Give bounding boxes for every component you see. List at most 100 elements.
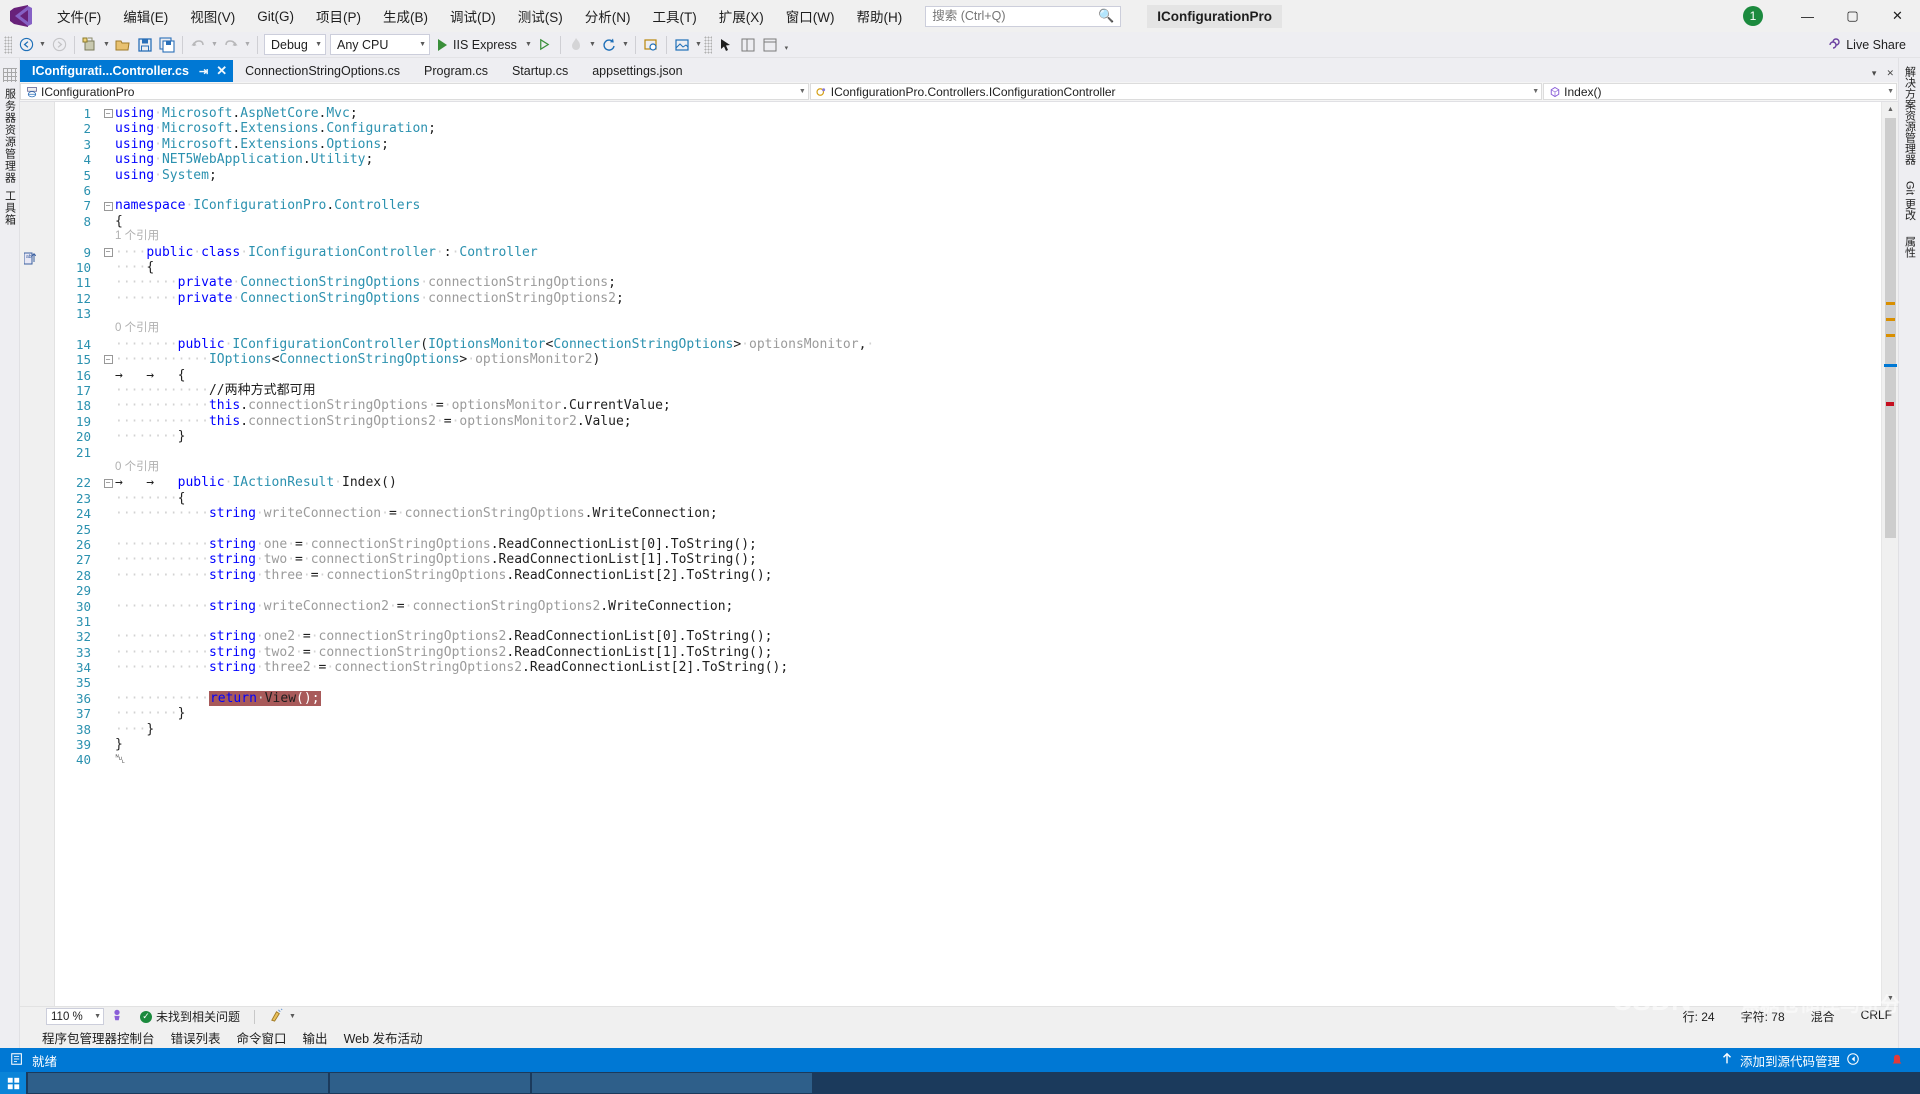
menu-item-5[interactable]: 生成(B)	[372, 2, 439, 30]
tool-window-tab-3[interactable]: 输出	[303, 1028, 328, 1047]
code-line-row[interactable]: 10····{	[55, 260, 1881, 275]
search-input[interactable]	[930, 8, 1116, 24]
vertical-scrollbar[interactable]: ▲ ▼	[1881, 102, 1898, 1006]
document-tab-0[interactable]: IConfigurati...Controller.cs⇥✕	[20, 60, 233, 82]
select-element-icon[interactable]	[640, 34, 662, 56]
code-text-area[interactable]: 1−using·Microsoft.AspNetCore.Mvc;2using·…	[55, 102, 1881, 1006]
code-line-row[interactable]: 16→ → {	[55, 368, 1881, 383]
code-line-row[interactable]: 40␀	[55, 752, 1881, 767]
fold-toggle-icon[interactable]: −	[101, 479, 115, 488]
start-debugging-dropdown-icon[interactable]: ▼	[523, 34, 534, 56]
document-tab-1[interactable]: ConnectionStringOptions.cs	[233, 60, 412, 82]
redo-dropdown-icon[interactable]: ▼	[242, 34, 253, 56]
hot-reload-icon[interactable]	[565, 34, 587, 56]
code-line-row[interactable]: 38····}	[55, 722, 1881, 737]
tool-window-tab-2[interactable]: 命令窗口	[237, 1028, 287, 1047]
zoom-level-combo[interactable]: 110 % ▼	[46, 1008, 104, 1025]
code-line-row[interactable]: 24············string·writeConnection·=·c…	[55, 506, 1881, 521]
more-toolbar-options-icon[interactable]: ▾	[781, 37, 792, 59]
panel-layout-icon[interactable]	[737, 34, 759, 56]
status-notification-icon[interactable]	[1874, 1048, 1920, 1072]
code-lens-row[interactable]: 1 个引用	[55, 229, 1881, 244]
tab-close-group-icon[interactable]: ✕	[1886, 68, 1894, 79]
new-project-icon[interactable]	[79, 34, 101, 56]
navigate-forward-icon[interactable]	[48, 34, 70, 56]
code-line-row[interactable]: 27············string·two·=·connectionStr…	[55, 552, 1881, 567]
menu-item-6[interactable]: 调试(D)	[439, 2, 507, 30]
menu-item-4[interactable]: 项目(P)	[305, 2, 372, 30]
left-rail-label-toolbox[interactable]: 工具箱	[2, 190, 18, 226]
code-line-row[interactable]: 19············this.connectionStringOptio…	[55, 414, 1881, 429]
code-line-row[interactable]: 26············string·one·=·connectionStr…	[55, 537, 1881, 552]
fold-toggle-icon[interactable]: −	[101, 109, 115, 118]
select-repository-icon[interactable]	[1846, 1052, 1860, 1069]
code-cleanup-icon[interactable]	[269, 1008, 284, 1026]
code-line-row[interactable]: 35	[55, 675, 1881, 690]
live-share-button[interactable]: Live Share	[1825, 37, 1906, 53]
navigate-backward-icon[interactable]	[15, 34, 37, 56]
code-line-row[interactable]: 23········{	[55, 491, 1881, 506]
code-line-row[interactable]: 9−····public·class·IConfigurationControl…	[55, 245, 1881, 260]
intellicode-icon[interactable]	[110, 1008, 124, 1025]
navbar-type-dropdown[interactable]: IConfigurationPro.Controllers.IConfigura…	[810, 83, 1542, 100]
save-all-icon[interactable]	[156, 34, 178, 56]
live-preview-icon[interactable]	[671, 34, 693, 56]
restart-icon[interactable]	[598, 34, 620, 56]
notification-badge[interactable]: 1	[1743, 6, 1763, 26]
restart-dropdown-icon[interactable]: ▼	[620, 34, 631, 56]
start-button-icon[interactable]	[0, 1072, 26, 1094]
live-preview-dropdown-icon[interactable]: ▼	[693, 34, 704, 56]
menu-item-11[interactable]: 窗口(W)	[775, 2, 846, 30]
code-line-row[interactable]: 6	[55, 183, 1881, 198]
document-tab-4[interactable]: appsettings.json	[580, 60, 694, 82]
code-line-row[interactable]: 4using·NET5WebApplication.Utility;	[55, 152, 1881, 167]
code-line-row[interactable]: 17············//两种方式都可用	[55, 383, 1881, 398]
menu-item-8[interactable]: 分析(N)	[574, 2, 642, 30]
solution-configuration-combo[interactable]: Debug ▼	[264, 34, 326, 55]
start-debugging-button[interactable]: IIS Express	[432, 34, 523, 56]
code-line-row[interactable]: 22−→ → public·IActionResult·Index()	[55, 475, 1881, 490]
document-tab-3[interactable]: Startup.cs	[500, 60, 580, 82]
right-rail-label-solution-explorer[interactable]: 解决方案资源管理器	[1902, 66, 1918, 165]
code-line-row[interactable]: 3using·Microsoft.Extensions.Options;	[55, 137, 1881, 152]
toolbar-grip[interactable]	[4, 36, 12, 54]
code-line-row[interactable]: 11········private·ConnectionStringOption…	[55, 275, 1881, 290]
hot-reload-dropdown-icon[interactable]: ▼	[587, 34, 598, 56]
right-rail-label-git-changes[interactable]: Git 更改	[1902, 181, 1918, 220]
code-line-row[interactable]: 39}	[55, 737, 1881, 752]
undo-icon[interactable]	[187, 34, 209, 56]
minimize-button[interactable]: —	[1785, 0, 1830, 32]
scroll-down-icon[interactable]: ▼	[1882, 991, 1899, 1006]
code-line-row[interactable]: 34············string·three2·=·connection…	[55, 660, 1881, 675]
redo-icon[interactable]	[220, 34, 242, 56]
code-line-row[interactable]: 25	[55, 522, 1881, 537]
code-line-row[interactable]: 12········private·ConnectionStringOption…	[55, 291, 1881, 306]
taskbar-item-2[interactable]	[330, 1073, 530, 1093]
save-icon[interactable]	[134, 34, 156, 56]
close-button[interactable]: ✕	[1875, 0, 1920, 32]
document-tab-2[interactable]: Program.cs	[412, 60, 500, 82]
code-editor[interactable]: ab 1−using·Microsoft.AspNetCore.Mvc;2usi…	[20, 102, 1898, 1006]
fold-toggle-icon[interactable]: −	[101, 355, 115, 364]
undo-dropdown-icon[interactable]: ▼	[209, 34, 220, 56]
code-line-row[interactable]: 31	[55, 614, 1881, 629]
code-lens-row[interactable]: 0 个引用	[55, 460, 1881, 475]
navigate-backward-dropdown-icon[interactable]: ▼	[37, 34, 48, 56]
add-to-source-control-button[interactable]: 添加到源代码管理	[1720, 1051, 1874, 1070]
glyph-margin[interactable]: ab	[20, 102, 42, 1006]
code-line-row[interactable]: 33············string·two2·=·connectionSt…	[55, 645, 1881, 660]
menu-item-7[interactable]: 测试(S)	[507, 2, 574, 30]
pin-tab-icon[interactable]: ⇥	[199, 65, 208, 78]
search-box[interactable]: 🔍	[925, 6, 1121, 27]
menu-item-9[interactable]: 工具(T)	[642, 2, 708, 30]
code-line-row[interactable]: 15−············IOptions<ConnectionString…	[55, 352, 1881, 367]
taskbar-item-3[interactable]	[532, 1073, 812, 1093]
code-line-row[interactable]: 28············string·three·=·connectionS…	[55, 568, 1881, 583]
code-line-row[interactable]: 13	[55, 306, 1881, 321]
code-line-row[interactable]: 21	[55, 445, 1881, 460]
fold-toggle-icon[interactable]: −	[101, 202, 115, 211]
scroll-up-icon[interactable]: ▲	[1882, 102, 1899, 117]
close-tab-icon[interactable]: ✕	[216, 63, 227, 79]
code-line-row[interactable]: 30············string·writeConnection2·=·…	[55, 599, 1881, 614]
right-rail-label-properties[interactable]: 属性	[1902, 236, 1918, 258]
